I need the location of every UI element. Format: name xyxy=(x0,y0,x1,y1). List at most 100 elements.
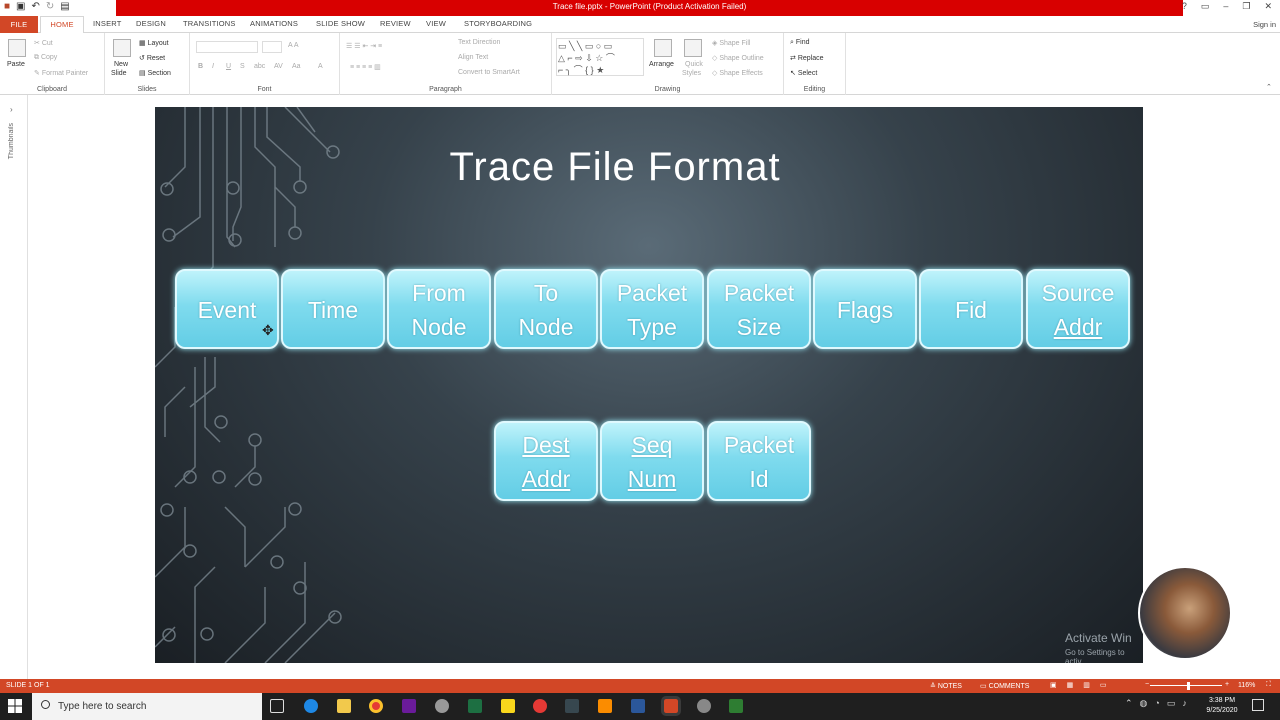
notifications-icon[interactable] xyxy=(1252,699,1264,711)
app-icon-4[interactable] xyxy=(598,699,612,713)
italic-icon[interactable]: I xyxy=(212,63,214,70)
collapse-ribbon-icon[interactable]: ⌃ xyxy=(1266,83,1272,91)
select-button[interactable]: ↖ Select xyxy=(790,69,817,77)
redo-icon[interactable]: ↻ xyxy=(46,1,54,12)
thumbnails-panel[interactable]: › Thumbnails xyxy=(0,95,28,679)
tab-slide-show[interactable]: SLIDE SHOW xyxy=(316,19,365,28)
field-box-flags[interactable]: Flags xyxy=(813,269,917,349)
field-box-dest-addr[interactable]: Dest Addr xyxy=(494,421,598,501)
tab-view[interactable]: VIEW xyxy=(426,19,446,28)
cut-button[interactable]: ✂ Cut xyxy=(34,39,53,47)
underline-icon[interactable]: U xyxy=(226,63,231,70)
app-icon-2[interactable] xyxy=(435,699,449,713)
fit-to-window-icon[interactable]: ⛶ xyxy=(1266,681,1271,689)
field-box-packet-type[interactable]: Packet Type xyxy=(600,269,704,349)
quick-styles-label-1[interactable]: Quick xyxy=(685,61,703,68)
slide-canvas[interactable]: Trace File Format Event Time From Node To… xyxy=(155,107,1143,663)
network-icon[interactable]: ◍ xyxy=(1140,698,1148,709)
windows-start-icon[interactable] xyxy=(8,699,22,713)
format-painter-button[interactable]: ✎ Format Painter xyxy=(34,69,88,77)
field-box-packet-id[interactable]: Packet Id xyxy=(707,421,811,501)
reading-view-icon[interactable]: ▥ xyxy=(1083,681,1090,689)
notes-button[interactable]: ≙ NOTES xyxy=(930,682,962,690)
zoom-slider-thumb[interactable] xyxy=(1187,682,1190,690)
normal-view-icon[interactable]: ▣ xyxy=(1050,681,1057,689)
arrange-button[interactable]: Arrange xyxy=(649,61,674,68)
strikethrough-icon[interactable]: S xyxy=(240,63,245,70)
bold-icon[interactable]: B xyxy=(198,63,203,70)
app-icon-6[interactable] xyxy=(729,699,743,713)
tab-design[interactable]: DESIGN xyxy=(136,19,166,28)
layout-button[interactable]: ▦ Layout xyxy=(139,39,169,47)
minimize-icon[interactable]: – xyxy=(1223,1,1228,12)
paste-button[interactable]: Paste xyxy=(7,61,25,68)
align-text-button[interactable]: Align Text xyxy=(458,54,488,61)
field-box-time[interactable]: Time xyxy=(281,269,385,349)
font-grow-icon[interactable]: A A xyxy=(288,42,299,49)
tray-chevron-icon[interactable]: ⌃ xyxy=(1125,698,1133,709)
undo-icon[interactable]: ↶ xyxy=(32,1,40,12)
text-direction-button[interactable]: Text Direction xyxy=(458,39,500,46)
quick-styles-label-2[interactable]: Styles xyxy=(682,70,701,77)
app-icon-3[interactable] xyxy=(565,699,579,713)
tab-animations[interactable]: ANIMATIONS xyxy=(250,19,298,28)
excel-icon[interactable] xyxy=(468,699,482,713)
sign-in-link[interactable]: Sign in xyxy=(1253,20,1276,29)
spacing-icon[interactable]: AV xyxy=(274,63,283,70)
tab-storyboarding[interactable]: STORYBOARDING xyxy=(464,19,532,28)
arrange-icon[interactable] xyxy=(654,39,672,57)
app-icon-1[interactable] xyxy=(402,699,416,713)
quick-styles-icon[interactable] xyxy=(684,39,702,57)
slide-title[interactable]: Trace File Format xyxy=(405,145,825,190)
slide-show-icon[interactable]: ▭ xyxy=(1100,681,1107,689)
close-icon[interactable]: ✕ xyxy=(1264,1,1272,12)
edge-icon[interactable] xyxy=(304,699,318,713)
ribbon-display-icon[interactable]: ▭ xyxy=(1201,1,1210,12)
reset-button[interactable]: ↺ Reset xyxy=(139,54,165,62)
taskbar-clock[interactable]: 3:38 PM 9/25/2020 xyxy=(1200,696,1244,716)
zoom-level[interactable]: 116% xyxy=(1238,682,1255,689)
new-slide-label-1[interactable]: New xyxy=(114,61,128,68)
field-box-source-addr[interactable]: Source Addr xyxy=(1026,269,1130,349)
start-from-beginning-icon[interactable]: ▤ xyxy=(60,1,69,12)
battery-icon[interactable]: ▭ xyxy=(1167,698,1176,709)
char-spacing-icon[interactable]: abc xyxy=(254,63,265,70)
comments-button[interactable]: ▭ COMMENTS xyxy=(980,682,1029,690)
zoom-out-icon[interactable]: − xyxy=(1145,681,1149,688)
sticky-notes-icon[interactable] xyxy=(501,699,515,713)
shapes-gallery[interactable]: ▭ ╲ ╲ ▭ ○ ▭ △ ⌐ ⇨ ⇩ ☆ ⌒ ⌐ ╮ ⌒ { } ★ xyxy=(556,38,644,76)
tab-home[interactable]: HOME xyxy=(40,16,84,34)
font-size-select[interactable] xyxy=(262,41,282,53)
bullets-icon[interactable]: ☰ ☰ ⇤ ⇥ ≡ xyxy=(346,42,382,50)
find-button[interactable]: ⌕ Find xyxy=(790,39,810,47)
section-button[interactable]: ▤ Section xyxy=(139,69,171,77)
font-name-select[interactable] xyxy=(196,41,258,53)
app-icon-5[interactable] xyxy=(697,699,711,713)
field-box-to-node[interactable]: To Node xyxy=(494,269,598,349)
volume-icon[interactable]: ♪ xyxy=(1182,698,1187,709)
field-box-packet-size[interactable]: Packet Size xyxy=(707,269,811,349)
new-slide-icon[interactable] xyxy=(113,39,131,57)
shape-effects-button[interactable]: ◇ Shape Effects xyxy=(712,69,763,77)
zoom-in-icon[interactable]: + xyxy=(1225,681,1229,688)
field-box-from-node[interactable]: From Node xyxy=(387,269,491,349)
font-color-icon[interactable]: A xyxy=(318,63,323,70)
copy-button[interactable]: ⧉ Copy xyxy=(34,54,57,62)
chrome-icon[interactable] xyxy=(369,699,383,713)
zoom-slider[interactable] xyxy=(1150,685,1222,686)
expand-thumbnails-icon[interactable]: › xyxy=(10,105,13,114)
shape-fill-button[interactable]: ◈ Shape Fill xyxy=(712,39,750,47)
taskbar-search[interactable]: Type here to search xyxy=(32,693,262,720)
change-case-icon[interactable]: Aa xyxy=(292,63,301,70)
new-slide-label-2[interactable]: Slide xyxy=(111,70,127,77)
field-box-seq-num[interactable]: Seq Num xyxy=(600,421,704,501)
convert-smartart-button[interactable]: Convert to SmartArt xyxy=(458,69,520,76)
align-icons[interactable]: ≡ ≡ ≡ ≡ ▥ xyxy=(350,63,381,71)
tab-transitions[interactable]: TRANSITIONS xyxy=(183,19,236,28)
wifi-icon[interactable]: ◔ xyxy=(1154,698,1159,709)
shape-outline-button[interactable]: ◇ Shape Outline xyxy=(712,54,764,62)
restore-icon[interactable]: ❐ xyxy=(1242,1,1250,12)
powerpoint-taskbar-icon[interactable] xyxy=(661,696,681,716)
task-view-icon[interactable] xyxy=(270,699,284,713)
help-icon[interactable]: ? xyxy=(1182,1,1187,12)
